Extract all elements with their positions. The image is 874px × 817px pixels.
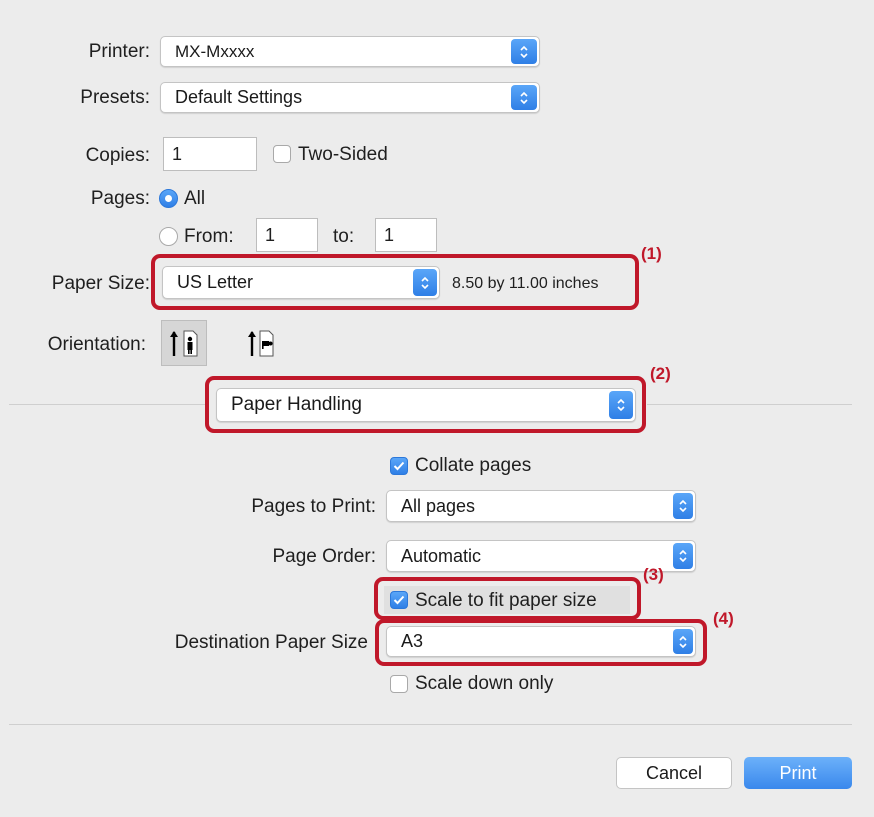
scale-down-only-label: Scale down only — [415, 673, 554, 694]
cancel-button[interactable]: Cancel — [616, 757, 732, 789]
portrait-orientation-icon — [170, 330, 198, 357]
presets-label: Presets: — [80, 87, 150, 108]
page-order-value: Automatic — [401, 545, 482, 566]
pages-to-print-label: Pages to Print: — [251, 496, 376, 517]
pages-from-field[interactable]: 1 — [256, 218, 318, 252]
pages-from-label: From: — [184, 226, 234, 247]
two-sided-checkbox[interactable] — [273, 145, 291, 163]
collate-label: Collate pages — [415, 455, 532, 476]
orientation-portrait-button[interactable] — [161, 320, 207, 366]
pages-label: Pages: — [90, 188, 150, 209]
stepper-icon — [511, 39, 537, 64]
divider-bottom — [9, 724, 852, 725]
pages-to-label: to: — [333, 226, 355, 247]
orientation-label: Orientation: — [47, 334, 146, 355]
highlight-box-4 — [375, 619, 707, 666]
pages-from-radio[interactable] — [159, 227, 178, 246]
pages-to-print-value: All pages — [401, 495, 476, 516]
highlight-box-1 — [151, 254, 639, 310]
callout-1: (1) — [641, 244, 662, 263]
printer-label: Printer: — [88, 41, 150, 62]
page-order-label: Page Order: — [272, 546, 377, 567]
pages-to-print-select[interactable]: All pages — [386, 490, 696, 522]
pages-all-radio[interactable] — [159, 189, 178, 208]
orientation-landscape-button[interactable] — [239, 320, 285, 366]
pages-all-label: All — [184, 188, 206, 209]
landscape-orientation-icon — [248, 330, 274, 357]
collate-checkbox[interactable] — [390, 457, 408, 475]
stepper-icon — [673, 493, 693, 519]
printer-select[interactable]: MX-Mxxxx — [160, 36, 540, 67]
highlight-box-3 — [374, 577, 641, 620]
highlight-box-2 — [205, 376, 646, 433]
print-button[interactable]: Print — [744, 757, 852, 789]
copies-label: Copies: — [85, 145, 150, 166]
presets-value: Default Settings — [175, 87, 303, 107]
callout-2: (2) — [650, 364, 671, 383]
callout-4: (4) — [713, 609, 734, 628]
stepper-icon — [673, 543, 693, 569]
printer-value: MX-Mxxxx — [175, 41, 255, 61]
copies-field[interactable]: 1 — [163, 137, 257, 171]
pages-to-field[interactable]: 1 — [375, 218, 437, 252]
scale-down-only-checkbox[interactable] — [390, 675, 408, 693]
stepper-icon — [511, 85, 537, 110]
divider-top-left — [9, 404, 205, 405]
presets-select[interactable]: Default Settings — [160, 82, 540, 113]
callout-3: (3) — [643, 565, 664, 584]
divider-top-right — [647, 404, 852, 405]
paper-size-label: Paper Size: — [51, 273, 150, 294]
destination-paper-size-label: Destination Paper Size — [174, 632, 368, 653]
two-sided-label: Two-Sided — [298, 144, 388, 165]
